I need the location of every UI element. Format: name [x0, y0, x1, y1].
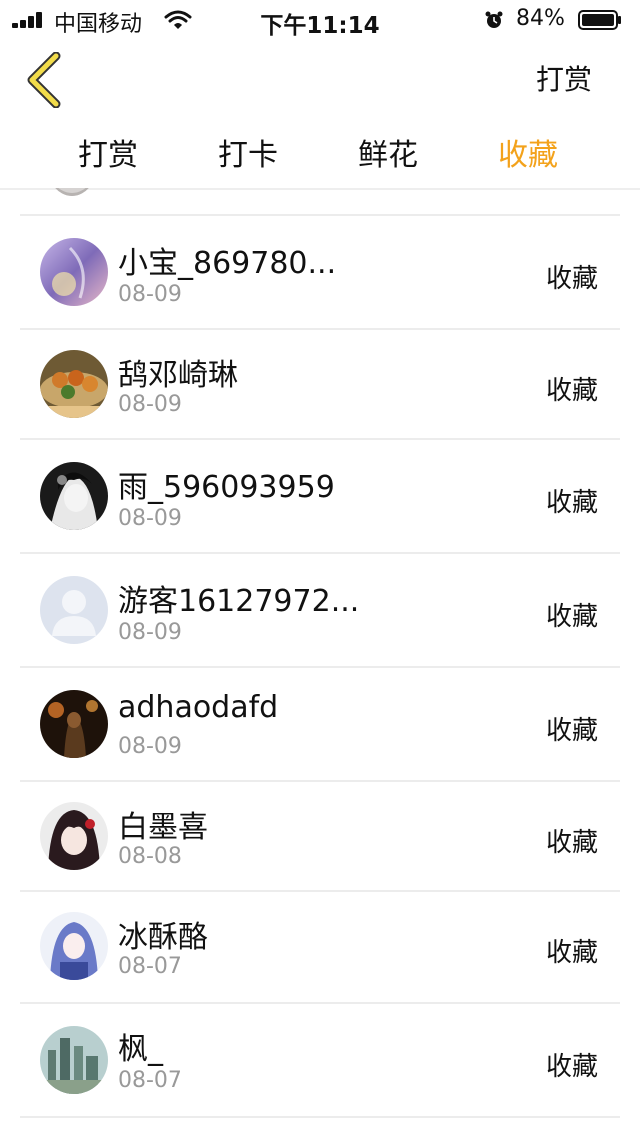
list-item[interactable]: 雨_596093959 08-09 收藏	[0, 440, 640, 552]
tab-reward[interactable]: 打赏	[38, 130, 178, 174]
action-label: 收藏	[545, 828, 598, 858]
avatar[interactable]	[40, 690, 108, 758]
tab-bar: 打赏 打卡 鲜花 收藏	[38, 130, 598, 176]
item-date: 08-09	[118, 734, 182, 759]
row-divider	[20, 1116, 620, 1118]
avatar[interactable]	[40, 350, 108, 418]
avatar[interactable]	[40, 1026, 108, 1094]
user-name: 游客16127972...	[118, 584, 360, 619]
status-bar: 中国移动 下午11:14 84%	[0, 0, 640, 40]
user-name: 冰酥酪	[118, 920, 208, 955]
list-item[interactable]: 游客16127972... 08-09 收藏	[0, 554, 640, 666]
list-item[interactable]: 鸹邓崎琳 08-09 收藏	[0, 330, 640, 438]
item-date: 08-09	[118, 620, 182, 645]
avatar[interactable]	[40, 912, 108, 980]
default-user-icon[interactable]	[40, 576, 108, 644]
action-label: 收藏	[545, 1052, 598, 1082]
action-label: 收藏	[545, 938, 598, 968]
avatar[interactable]	[40, 802, 108, 870]
tab-favorites[interactable]: 收藏	[458, 130, 598, 174]
clock-time: 下午11:14	[260, 13, 380, 39]
item-date: 08-09	[118, 282, 182, 307]
tab-flowers[interactable]: 鲜花	[318, 130, 458, 174]
item-date: 08-08	[118, 844, 182, 869]
tab-checkin[interactable]: 打卡	[178, 130, 318, 174]
list-item[interactable]: 枫_ 08-07 收藏	[0, 1004, 640, 1116]
user-name: adhaodafd	[118, 690, 279, 725]
battery-icon	[578, 10, 621, 30]
partial-avatar	[46, 188, 98, 196]
action-label: 收藏	[545, 602, 598, 632]
avatar[interactable]	[40, 238, 108, 306]
action-label: 收藏	[545, 488, 598, 518]
battery-percent: 84%	[516, 6, 565, 31]
action-label: 收藏	[545, 716, 598, 746]
nav-title-reward[interactable]: 打赏	[536, 58, 592, 98]
avatar[interactable]	[40, 462, 108, 530]
action-label: 收藏	[545, 264, 598, 294]
back-button[interactable]	[26, 52, 62, 108]
list-item[interactable]: adhaodafd 08-09 收藏	[0, 668, 640, 780]
user-name: 白墨喜	[118, 810, 208, 845]
item-date: 08-07	[118, 954, 182, 979]
alarm-icon	[485, 11, 503, 28]
user-name: 雨_596093959	[118, 470, 335, 505]
user-name: 枫_	[118, 1032, 163, 1067]
list-item[interactable]: 冰酥酪 08-07 收藏	[0, 892, 640, 1002]
item-date: 08-09	[118, 506, 182, 531]
item-date: 08-09	[118, 392, 182, 417]
user-name: 鸹邓崎琳	[118, 358, 238, 393]
user-name: 小宝_869780...	[118, 246, 337, 281]
list-item[interactable]: 小宝_869780... 08-09 收藏	[0, 216, 640, 328]
list-item[interactable]: 白墨喜 08-08 收藏	[0, 782, 640, 890]
action-label: 收藏	[545, 376, 598, 406]
item-date: 08-07	[118, 1068, 182, 1093]
